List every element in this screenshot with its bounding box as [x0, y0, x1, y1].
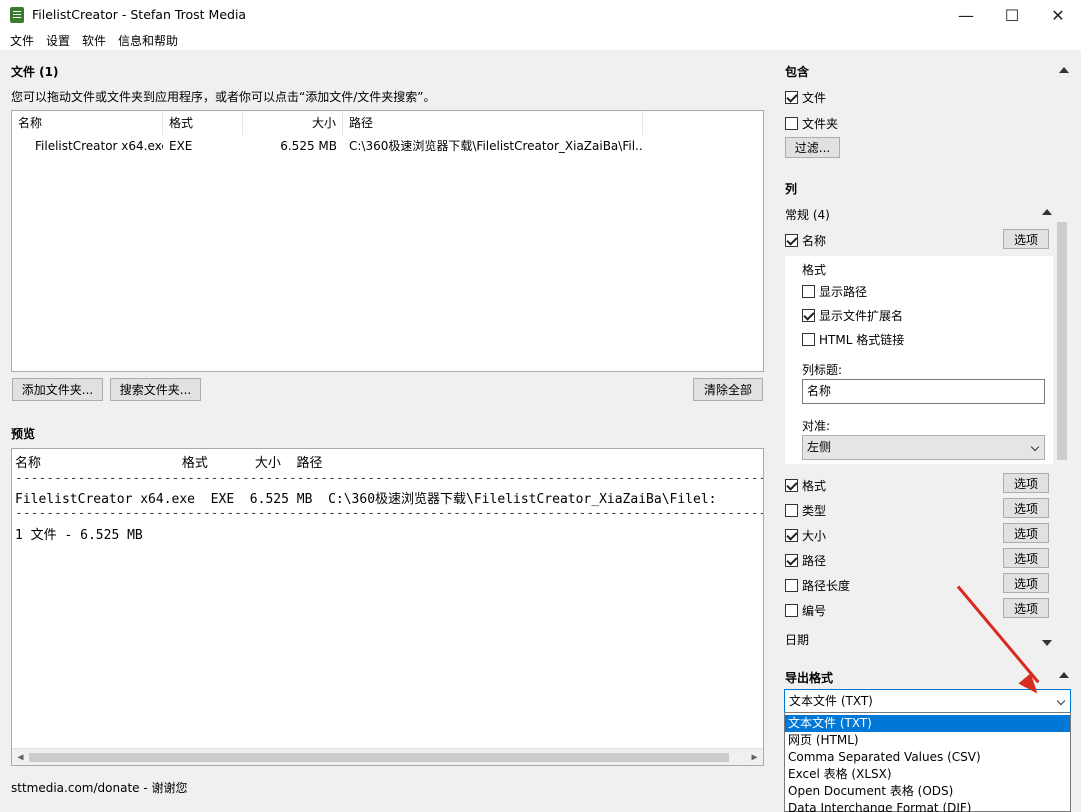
column-header-size[interactable]: 大小	[243, 111, 343, 135]
path-options-button[interactable]: 选项	[1003, 548, 1049, 568]
columns-section-title: 列	[785, 182, 798, 196]
export-section-title: 导出格式	[785, 671, 834, 685]
number-options-button[interactable]: 选项	[1003, 598, 1049, 618]
checkbox-icon	[802, 285, 815, 298]
column-title-label: 列标题:	[802, 363, 843, 377]
preview-separator: ----------------------------------------…	[15, 471, 764, 486]
export-option-html[interactable]: 网页 (HTML)	[785, 732, 1070, 749]
menu-file[interactable]: 文件	[4, 30, 40, 50]
size-options-button[interactable]: 选项	[1003, 523, 1049, 543]
menu-bar: 文件 设置 软件 信息和帮助	[0, 30, 1081, 50]
row-path: C:\360极速浏览器下载\FilelistCreator_XiaZaiBa\F…	[349, 139, 643, 153]
collapse-general-icon[interactable]	[1042, 209, 1052, 215]
scroll-right-icon[interactable]: ▶	[746, 750, 763, 765]
preview-summary: 1 文件 - 6.525 MB	[15, 528, 143, 543]
show-path-checkbox[interactable]: 显示路径	[802, 283, 867, 300]
format-options-button[interactable]: 选项	[1003, 473, 1049, 493]
preview-horizontal-scrollbar[interactable]: ◀ ▶	[12, 748, 763, 765]
maximize-button[interactable]: ☐	[989, 0, 1035, 30]
columns-group-general[interactable]: 常规 (4)	[785, 206, 830, 223]
clear-all-button[interactable]: 清除全部	[693, 378, 763, 401]
align-label: 对准:	[802, 419, 831, 433]
window-title: FilelistCreator - Stefan Trost Media	[32, 7, 247, 22]
checkbox-icon	[785, 604, 798, 617]
row-format: EXE	[169, 139, 193, 153]
html-link-checkbox[interactable]: HTML 格式链接	[802, 331, 904, 348]
files-hint: 您可以拖动文件或文件夹到应用程序，或者你可以点击“添加文件/文件夹搜索”。	[11, 90, 436, 104]
export-format-dropdown[interactable]: 文本文件 (TXT) 网页 (HTML) Comma Separated Val…	[784, 712, 1071, 812]
path-length-options-button[interactable]: 选项	[1003, 573, 1049, 593]
files-section-title: 文件 (1)	[11, 65, 59, 79]
type-options-button[interactable]: 选项	[1003, 498, 1049, 518]
column-type-checkbox[interactable]: 类型	[785, 502, 826, 519]
columns-group-date[interactable]: 日期	[785, 634, 809, 646]
include-files-checkbox[interactable]: 文件	[785, 89, 826, 106]
add-folder-button[interactable]: 添加文件夹...	[12, 378, 103, 401]
checkbox-icon	[785, 479, 798, 492]
donate-link[interactable]: sttmedia.com/donate - 谢谢您	[11, 779, 188, 796]
column-header-format[interactable]: 格式	[163, 111, 243, 135]
column-title-input[interactable]: 名称	[802, 379, 1045, 404]
column-number-checkbox[interactable]: 编号	[785, 602, 826, 619]
show-extension-checkbox[interactable]: 显示文件扩展名	[802, 307, 903, 324]
minimize-button[interactable]: —	[943, 0, 989, 30]
collapse-include-icon[interactable]	[1059, 67, 1069, 73]
column-header-name[interactable]: 名称	[12, 111, 163, 135]
preview-header-line: 名称 格式 大小 路径	[15, 456, 323, 471]
preview-section-title: 预览	[11, 427, 36, 441]
app-icon	[10, 7, 24, 23]
row-size: 6.525 MB	[280, 139, 337, 153]
include-section-title: 包含	[785, 65, 810, 79]
format-heading: 格式	[802, 263, 827, 277]
collapse-export-icon[interactable]	[1059, 672, 1069, 678]
scroll-thumb[interactable]	[1057, 222, 1067, 460]
search-folder-button[interactable]: 搜索文件夹...	[110, 378, 201, 401]
checkbox-icon	[785, 117, 798, 130]
checkbox-icon	[785, 234, 798, 247]
title-bar: FilelistCreator - Stefan Trost Media — ☐…	[0, 0, 1081, 30]
main-area: 文件 (1) 您可以拖动文件或文件夹到应用程序，或者你可以点击“添加文件/文件夹…	[0, 50, 776, 812]
checkbox-icon	[785, 91, 798, 104]
checkbox-icon	[802, 309, 815, 322]
column-size-checkbox[interactable]: 大小	[785, 527, 826, 544]
column-format-checkbox[interactable]: 格式	[785, 477, 826, 494]
scroll-thumb[interactable]	[29, 753, 729, 762]
column-path-length-checkbox[interactable]: 路径长度	[785, 577, 850, 594]
expand-date-icon[interactable]	[1042, 640, 1052, 646]
filter-button[interactable]: 过滤...	[785, 137, 840, 158]
checkbox-icon	[785, 529, 798, 542]
name-options-button[interactable]: 选项	[1003, 229, 1049, 249]
chevron-down-icon	[1030, 442, 1040, 452]
settings-vertical-scrollbar[interactable]	[1055, 220, 1069, 648]
menu-software[interactable]: 软件	[76, 30, 112, 50]
scroll-left-icon[interactable]: ◀	[12, 750, 29, 765]
chevron-down-icon	[1056, 696, 1066, 706]
checkbox-icon	[802, 333, 815, 346]
include-folders-checkbox[interactable]: 文件夹	[785, 115, 838, 132]
preview-separator-2: ----------------------------------------…	[15, 506, 764, 521]
table-row[interactable]: FilelistCreator x64.exe EXE 6.525 MB C:\…	[12, 135, 763, 157]
checkbox-icon	[785, 579, 798, 592]
file-list[interactable]: 名称 格式 大小 路径 FilelistCreator x64.exe EXE …	[11, 110, 764, 372]
column-path-checkbox[interactable]: 路径	[785, 552, 826, 569]
column-name-checkbox[interactable]: 名称	[785, 232, 826, 249]
menu-settings[interactable]: 设置	[40, 30, 76, 50]
preview-pane[interactable]: 名称 格式 大小 路径 ----------------------------…	[11, 448, 764, 766]
menu-help[interactable]: 信息和帮助	[112, 30, 184, 50]
checkbox-icon	[785, 504, 798, 517]
align-select[interactable]: 左侧	[802, 435, 1045, 460]
row-name: FilelistCreator x64.exe	[35, 139, 163, 153]
export-option-txt[interactable]: 文本文件 (TXT)	[785, 715, 1070, 732]
export-option-ods[interactable]: Open Document 表格 (ODS)	[785, 783, 1070, 800]
close-button[interactable]: ✕	[1035, 0, 1081, 30]
export-option-dif[interactable]: Data Interchange Format (DIF)	[785, 800, 1070, 812]
export-option-xlsx[interactable]: Excel 表格 (XLSX)	[785, 766, 1070, 783]
column-header-path[interactable]: 路径	[343, 111, 643, 135]
checkbox-icon	[785, 554, 798, 567]
file-list-header: 名称 格式 大小 路径	[12, 111, 763, 135]
export-option-csv[interactable]: Comma Separated Values (CSV)	[785, 749, 1070, 766]
preview-row-line: FilelistCreator x64.exe EXE 6.525 MB C:\…	[15, 492, 717, 507]
